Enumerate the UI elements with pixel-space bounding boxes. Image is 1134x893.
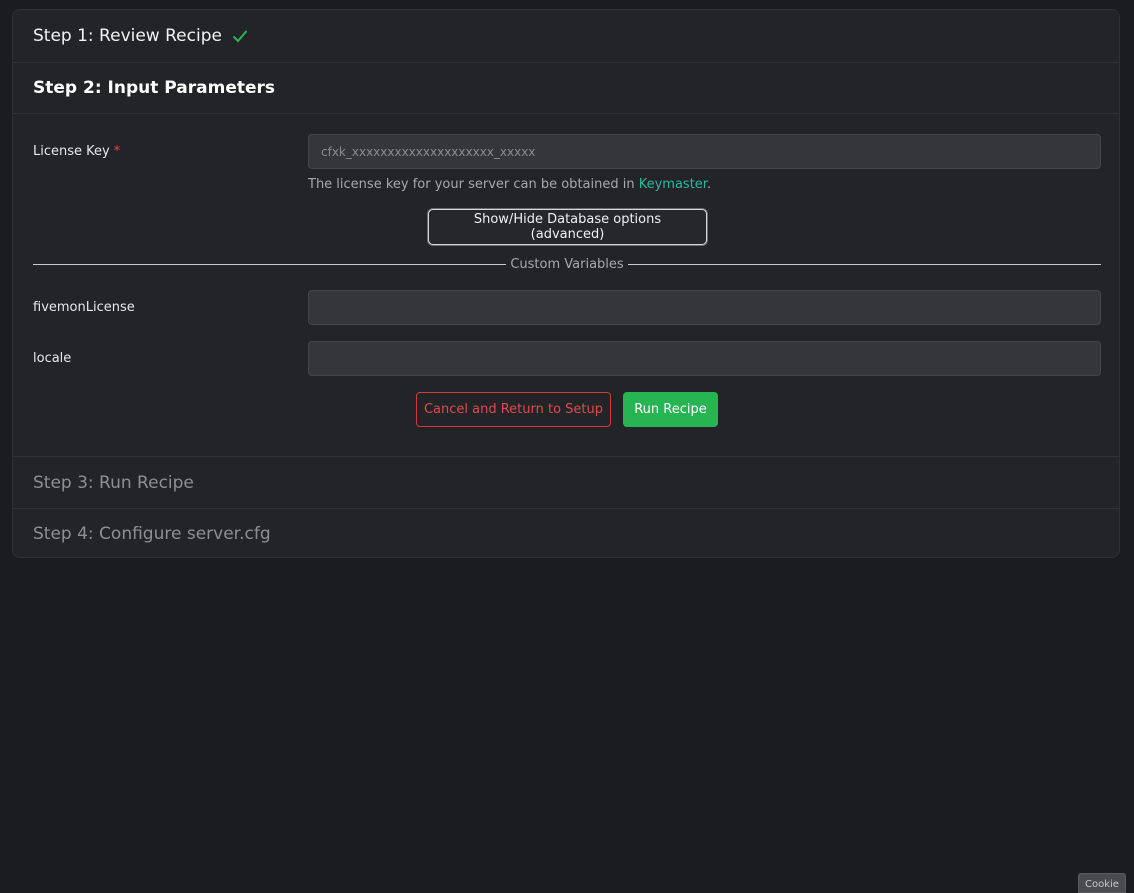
locale-label: locale: [33, 351, 72, 366]
fivemon-license-label: fivemonLicense: [33, 300, 135, 315]
help-text: The license key for your server can be o…: [308, 177, 639, 192]
toggle-database-options-button[interactable]: Show/Hide Database options (advanced): [428, 209, 707, 245]
step-3-header[interactable]: Step 3: Run Recipe: [13, 456, 1119, 508]
license-key-help: The license key for your server can be o…: [308, 177, 711, 192]
locale-input[interactable]: [308, 341, 1101, 376]
step-1-label: Step 1: Review Recipe: [33, 26, 222, 46]
cancel-return-setup-button[interactable]: Cancel and Return to Setup: [416, 392, 611, 427]
check-icon: [232, 28, 248, 44]
step-4-label: Step 4: Configure server.cfg: [33, 524, 271, 544]
step-4-header[interactable]: Step 4: Configure server.cfg: [13, 508, 1119, 557]
license-key-label: License Key *: [33, 144, 120, 159]
divider-line-left: [33, 263, 507, 265]
help-suffix: .: [706, 177, 712, 192]
step-2-header[interactable]: Step 2: Input Parameters: [13, 62, 1119, 114]
license-key-label-text: License Key: [33, 144, 110, 159]
license-key-input[interactable]: [308, 134, 1101, 169]
run-recipe-button[interactable]: Run Recipe: [623, 392, 718, 427]
custom-variables-divider: Custom Variables: [33, 255, 1101, 273]
custom-variables-title: Custom Variables: [510, 256, 624, 272]
required-mark: *: [113, 144, 121, 159]
fivemon-license-input[interactable]: [308, 290, 1101, 325]
step-3-label: Step 3: Run Recipe: [33, 472, 194, 493]
step-2-label: Step 2: Input Parameters: [33, 78, 276, 98]
recipe-steps-panel: Step 1: Review Recipe Step 2: Input Para…: [12, 9, 1120, 558]
step-1-header[interactable]: Step 1: Review Recipe: [13, 10, 1119, 62]
divider-line-right: [627, 263, 1101, 265]
cookie-tab[interactable]: Cookie: [1078, 873, 1126, 893]
keymaster-link[interactable]: Keymaster: [639, 177, 707, 192]
